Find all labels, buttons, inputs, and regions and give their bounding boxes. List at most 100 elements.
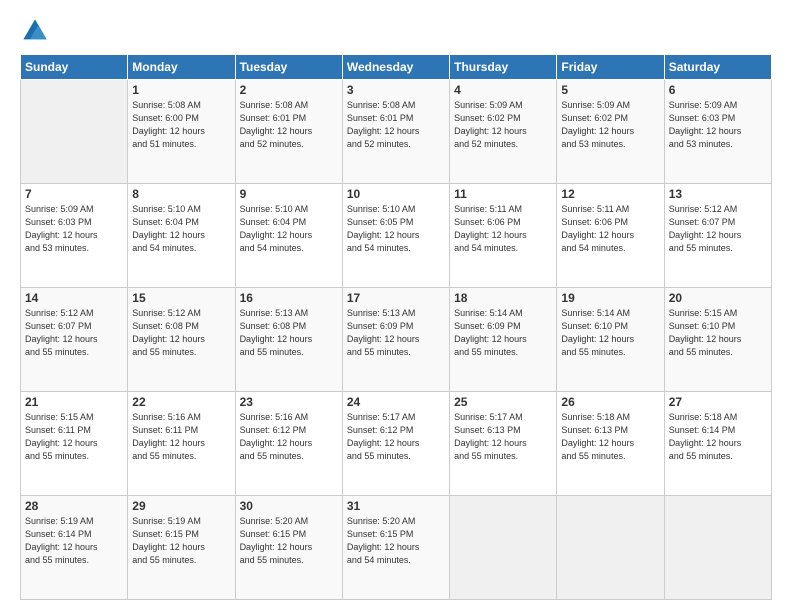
calendar-cell: 20Sunrise: 5:15 AMSunset: 6:10 PMDayligh… bbox=[664, 288, 771, 392]
day-number: 24 bbox=[347, 395, 445, 409]
day-info: Sunrise: 5:09 AMSunset: 6:02 PMDaylight:… bbox=[454, 99, 552, 151]
calendar-cell: 23Sunrise: 5:16 AMSunset: 6:12 PMDayligh… bbox=[235, 392, 342, 496]
calendar-cell: 1 Sunrise: 5:08 AMSunset: 6:00 PMDaylight… bbox=[128, 80, 235, 184]
calendar-cell: 10Sunrise: 5:10 AMSunset: 6:05 PMDayligh… bbox=[342, 184, 449, 288]
day-number: 23 bbox=[240, 395, 338, 409]
calendar-cell: 13 Sunrise: 5:12 AMSunset: 6:07 PMDayligh… bbox=[664, 184, 771, 288]
day-info: Sunrise: 5:14 AMSunset: 6:09 PMDaylight:… bbox=[454, 307, 552, 359]
calendar-cell: 25 Sunrise: 5:17 AMSunset: 6:13 PMDayligh… bbox=[450, 392, 557, 496]
page: SundayMondayTuesdayWednesdayThursdayFrid… bbox=[0, 0, 792, 612]
day-number: 25 bbox=[454, 395, 552, 409]
calendar-week-4: 21 Sunrise: 5:15 AMSunset: 6:11 PMDayligh… bbox=[21, 392, 772, 496]
header bbox=[20, 16, 772, 46]
calendar-cell: 22 Sunrise: 5:16 AMSunset: 6:11 PMDayligh… bbox=[128, 392, 235, 496]
day-number: 6 bbox=[669, 83, 767, 97]
calendar-cell: 4 Sunrise: 5:09 AMSunset: 6:02 PMDaylight… bbox=[450, 80, 557, 184]
calendar-cell: 19Sunrise: 5:14 AMSunset: 6:10 PMDayligh… bbox=[557, 288, 664, 392]
day-info: Sunrise: 5:12 AMSunset: 6:07 PMDaylight:… bbox=[25, 307, 123, 359]
day-info: Sunrise: 5:09 AMSunset: 6:02 PMDaylight:… bbox=[561, 99, 659, 151]
day-info: Sunrise: 5:11 AMSunset: 6:06 PMDaylight:… bbox=[561, 203, 659, 255]
day-info: Sunrise: 5:08 AMSunset: 6:01 PMDaylight:… bbox=[347, 99, 445, 151]
day-info: Sunrise: 5:11 AMSunset: 6:06 PMDaylight:… bbox=[454, 203, 552, 255]
calendar-cell: 14 Sunrise: 5:12 AMSunset: 6:07 PMDayligh… bbox=[21, 288, 128, 392]
calendar-cell bbox=[21, 80, 128, 184]
day-number: 17 bbox=[347, 291, 445, 305]
logo bbox=[20, 16, 54, 46]
day-number: 2 bbox=[240, 83, 338, 97]
day-info: Sunrise: 5:19 AMSunset: 6:14 PMDaylight:… bbox=[25, 515, 123, 567]
day-info: Sunrise: 5:19 AMSunset: 6:15 PMDaylight:… bbox=[132, 515, 230, 567]
calendar-week-1: 1 Sunrise: 5:08 AMSunset: 6:00 PMDaylight… bbox=[21, 80, 772, 184]
calendar-cell: 18Sunrise: 5:14 AMSunset: 6:09 PMDayligh… bbox=[450, 288, 557, 392]
day-info: Sunrise: 5:18 AMSunset: 6:14 PMDaylight:… bbox=[669, 411, 767, 463]
day-number: 20 bbox=[669, 291, 767, 305]
day-number: 5 bbox=[561, 83, 659, 97]
calendar-cell: 12 Sunrise: 5:11 AMSunset: 6:06 PMDayligh… bbox=[557, 184, 664, 288]
day-info: Sunrise: 5:08 AMSunset: 6:01 PMDaylight:… bbox=[240, 99, 338, 151]
day-info: Sunrise: 5:08 AMSunset: 6:00 PMDaylight:… bbox=[132, 99, 230, 151]
day-number: 27 bbox=[669, 395, 767, 409]
calendar-cell: 26Sunrise: 5:18 AMSunset: 6:13 PMDayligh… bbox=[557, 392, 664, 496]
day-info: Sunrise: 5:20 AMSunset: 6:15 PMDaylight:… bbox=[240, 515, 338, 567]
calendar-cell: 16 Sunrise: 5:13 AMSunset: 6:08 PMDayligh… bbox=[235, 288, 342, 392]
day-number: 15 bbox=[132, 291, 230, 305]
calendar-cell: 2 Sunrise: 5:08 AMSunset: 6:01 PMDaylight… bbox=[235, 80, 342, 184]
calendar-cell: 24 Sunrise: 5:17 AMSunset: 6:12 PMDayligh… bbox=[342, 392, 449, 496]
calendar-cell: 8 Sunrise: 5:10 AMSunset: 6:04 PMDaylight… bbox=[128, 184, 235, 288]
day-number: 22 bbox=[132, 395, 230, 409]
day-info: Sunrise: 5:10 AMSunset: 6:04 PMDaylight:… bbox=[132, 203, 230, 255]
calendar-week-5: 28 Sunrise: 5:19 AMSunset: 6:14 PMDayligh… bbox=[21, 496, 772, 600]
day-info: Sunrise: 5:13 AMSunset: 6:08 PMDaylight:… bbox=[240, 307, 338, 359]
day-number: 21 bbox=[25, 395, 123, 409]
weekday-header-sunday: Sunday bbox=[21, 55, 128, 80]
day-number: 4 bbox=[454, 83, 552, 97]
day-number: 28 bbox=[25, 499, 123, 513]
calendar-cell bbox=[557, 496, 664, 600]
day-number: 12 bbox=[561, 187, 659, 201]
weekday-header-friday: Friday bbox=[557, 55, 664, 80]
day-info: Sunrise: 5:15 AMSunset: 6:11 PMDaylight:… bbox=[25, 411, 123, 463]
calendar-cell: 3 Sunrise: 5:08 AMSunset: 6:01 PMDaylight… bbox=[342, 80, 449, 184]
day-info: Sunrise: 5:09 AMSunset: 6:03 PMDaylight:… bbox=[669, 99, 767, 151]
day-info: Sunrise: 5:17 AMSunset: 6:12 PMDaylight:… bbox=[347, 411, 445, 463]
calendar-cell: 30 Sunrise: 5:20 AMSunset: 6:15 PMDayligh… bbox=[235, 496, 342, 600]
day-number: 14 bbox=[25, 291, 123, 305]
weekday-header-wednesday: Wednesday bbox=[342, 55, 449, 80]
day-number: 13 bbox=[669, 187, 767, 201]
calendar-cell: 31 Sunrise: 5:20 AMSunset: 6:15 PMDayligh… bbox=[342, 496, 449, 600]
calendar-cell: 5 Sunrise: 5:09 AMSunset: 6:02 PMDaylight… bbox=[557, 80, 664, 184]
day-info: Sunrise: 5:17 AMSunset: 6:13 PMDaylight:… bbox=[454, 411, 552, 463]
weekday-header-thursday: Thursday bbox=[450, 55, 557, 80]
calendar-cell: 21 Sunrise: 5:15 AMSunset: 6:11 PMDayligh… bbox=[21, 392, 128, 496]
day-info: Sunrise: 5:09 AMSunset: 6:03 PMDaylight:… bbox=[25, 203, 123, 255]
calendar-cell: 6 Sunrise: 5:09 AMSunset: 6:03 PMDaylight… bbox=[664, 80, 771, 184]
day-info: Sunrise: 5:12 AMSunset: 6:08 PMDaylight:… bbox=[132, 307, 230, 359]
day-number: 3 bbox=[347, 83, 445, 97]
weekday-header-monday: Monday bbox=[128, 55, 235, 80]
day-info: Sunrise: 5:20 AMSunset: 6:15 PMDaylight:… bbox=[347, 515, 445, 567]
day-info: Sunrise: 5:16 AMSunset: 6:11 PMDaylight:… bbox=[132, 411, 230, 463]
day-info: Sunrise: 5:13 AMSunset: 6:09 PMDaylight:… bbox=[347, 307, 445, 359]
calendar-cell: 15 Sunrise: 5:12 AMSunset: 6:08 PMDayligh… bbox=[128, 288, 235, 392]
weekday-header-tuesday: Tuesday bbox=[235, 55, 342, 80]
calendar-cell: 28 Sunrise: 5:19 AMSunset: 6:14 PMDayligh… bbox=[21, 496, 128, 600]
day-info: Sunrise: 5:12 AMSunset: 6:07 PMDaylight:… bbox=[669, 203, 767, 255]
calendar-cell: 7 Sunrise: 5:09 AMSunset: 6:03 PMDaylight… bbox=[21, 184, 128, 288]
calendar-cell: 11 Sunrise: 5:11 AMSunset: 6:06 PMDayligh… bbox=[450, 184, 557, 288]
day-number: 16 bbox=[240, 291, 338, 305]
day-number: 9 bbox=[240, 187, 338, 201]
day-number: 1 bbox=[132, 83, 230, 97]
calendar-cell bbox=[664, 496, 771, 600]
calendar-week-2: 7 Sunrise: 5:09 AMSunset: 6:03 PMDaylight… bbox=[21, 184, 772, 288]
day-number: 10 bbox=[347, 187, 445, 201]
day-number: 31 bbox=[347, 499, 445, 513]
day-number: 8 bbox=[132, 187, 230, 201]
day-info: Sunrise: 5:10 AMSunset: 6:04 PMDaylight:… bbox=[240, 203, 338, 255]
calendar-week-3: 14 Sunrise: 5:12 AMSunset: 6:07 PMDayligh… bbox=[21, 288, 772, 392]
day-number: 11 bbox=[454, 187, 552, 201]
day-number: 26 bbox=[561, 395, 659, 409]
day-number: 7 bbox=[25, 187, 123, 201]
day-number: 30 bbox=[240, 499, 338, 513]
weekday-header-row: SundayMondayTuesdayWednesdayThursdayFrid… bbox=[21, 55, 772, 80]
calendar-body: 1 Sunrise: 5:08 AMSunset: 6:00 PMDaylight… bbox=[21, 80, 772, 600]
